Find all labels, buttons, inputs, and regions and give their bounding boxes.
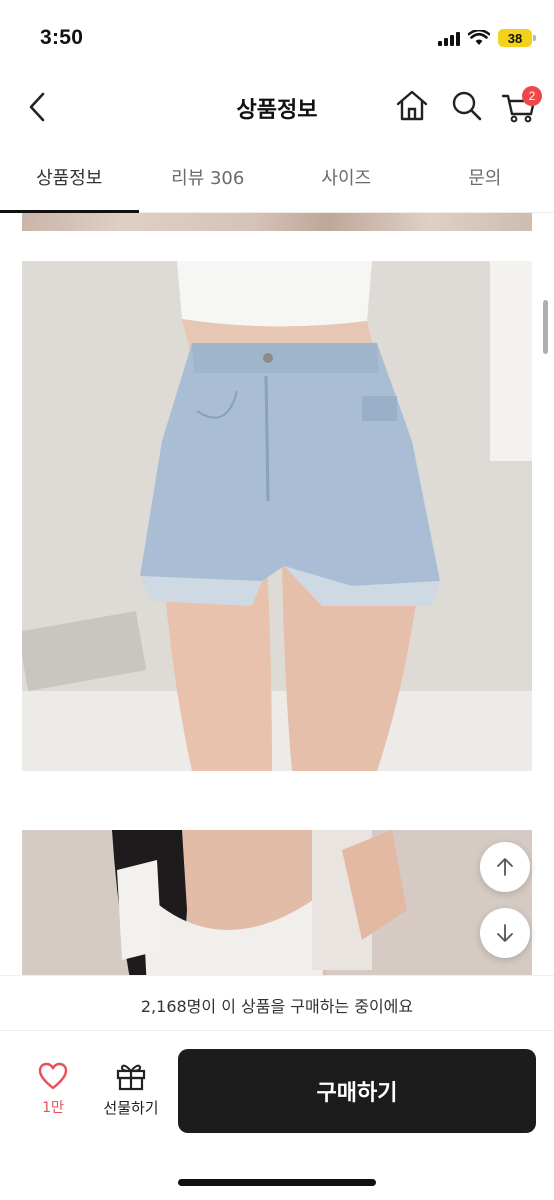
denim-shorts-illustration <box>22 261 532 771</box>
tab-size[interactable]: 사이즈 <box>277 142 416 212</box>
battery-level: 38 <box>507 30 523 46</box>
product-detail-content <box>0 213 554 975</box>
tab-bar: 상품정보 리뷰 306 사이즈 문의 <box>0 142 554 213</box>
status-time: 3:50 <box>40 26 84 49</box>
home-icon <box>396 90 428 121</box>
heart-icon <box>38 1062 68 1090</box>
arrow-down-icon <box>497 924 513 942</box>
gift-button[interactable]: 선물하기 <box>94 1061 168 1121</box>
gift-icon <box>116 1064 146 1091</box>
wifi-icon <box>468 30 490 45</box>
purchase-notice: 2,168명이 이 상품을 구매하는 중이에요 <box>0 975 554 1031</box>
scrollbar[interactable] <box>543 300 548 354</box>
arrow-up-icon <box>497 858 513 876</box>
battery-indicator: 38 <box>498 29 536 47</box>
like-count: 1만 <box>42 1100 64 1116</box>
model-illustration <box>22 830 532 975</box>
status-icons: 38 <box>438 29 536 47</box>
signal-icon <box>438 30 460 46</box>
bottom-action-bar: 1만 선물하기 구매하기 <box>0 1031 554 1200</box>
status-bar: 3:50 38 <box>0 0 554 72</box>
scroll-down-button[interactable] <box>480 908 530 958</box>
home-indicator <box>178 1179 376 1186</box>
cart-badge: 2 <box>522 86 542 106</box>
tab-product-info[interactable]: 상품정보 <box>0 142 139 213</box>
like-button[interactable]: 1만 <box>22 1061 84 1121</box>
tab-inquiry[interactable]: 문의 <box>416 142 554 212</box>
gift-label: 선물하기 <box>103 1099 159 1117</box>
scroll-up-button[interactable] <box>480 842 530 892</box>
home-button[interactable] <box>394 88 430 124</box>
product-photo-model <box>22 830 532 975</box>
product-photo-denim-shorts <box>22 261 532 771</box>
nav-header: 상품정보 2 <box>0 72 554 142</box>
buy-button[interactable]: 구매하기 <box>178 1049 536 1133</box>
search-button[interactable] <box>449 88 485 124</box>
search-icon <box>452 91 482 121</box>
product-photo-partial <box>22 213 532 231</box>
cart-button[interactable]: 2 <box>500 86 542 126</box>
tab-reviews[interactable]: 리뷰 306 <box>139 142 278 212</box>
